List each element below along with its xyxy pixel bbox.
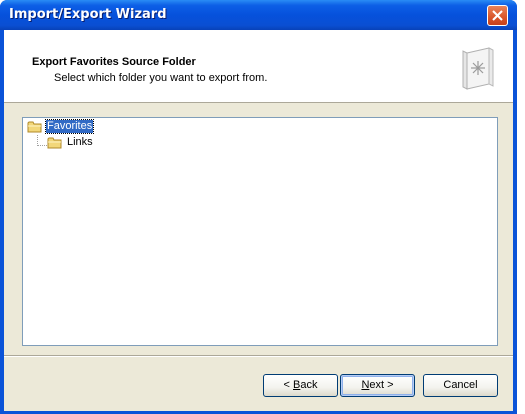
- window-title: Import/Export Wizard: [9, 7, 167, 22]
- wizard-book-icon: [462, 47, 494, 90]
- back-button-prefix: <: [283, 379, 293, 391]
- close-icon: [492, 10, 503, 21]
- footer-divider: [4, 355, 513, 357]
- page-title: Export Favorites Source Folder: [32, 56, 196, 68]
- wizard-window: Import/Export Wizard Export Favorites So…: [0, 0, 517, 414]
- tree-item-label: Favorites: [44, 119, 95, 134]
- tree-item-label: Links: [67, 136, 93, 148]
- wizard-header: Export Favorites Source Folder Select wh…: [4, 30, 513, 103]
- back-button-rest: ack: [300, 379, 318, 391]
- tree-connector: [37, 145, 47, 146]
- next-button[interactable]: Next >: [340, 374, 415, 397]
- title-bar[interactable]: Import/Export Wizard: [0, 0, 517, 30]
- cancel-button[interactable]: Cancel: [423, 374, 498, 397]
- dialog-body: Export Favorites Source Folder Select wh…: [4, 30, 513, 411]
- back-button[interactable]: < Back: [263, 374, 338, 397]
- folder-icon: [27, 121, 42, 133]
- next-button-rest: ext >: [369, 379, 394, 391]
- close-button[interactable]: [487, 5, 508, 26]
- folder-icon: [47, 137, 62, 149]
- folder-tree[interactable]: Favorites Links: [22, 117, 498, 346]
- page-subtitle: Select which folder you want to export f…: [54, 72, 268, 84]
